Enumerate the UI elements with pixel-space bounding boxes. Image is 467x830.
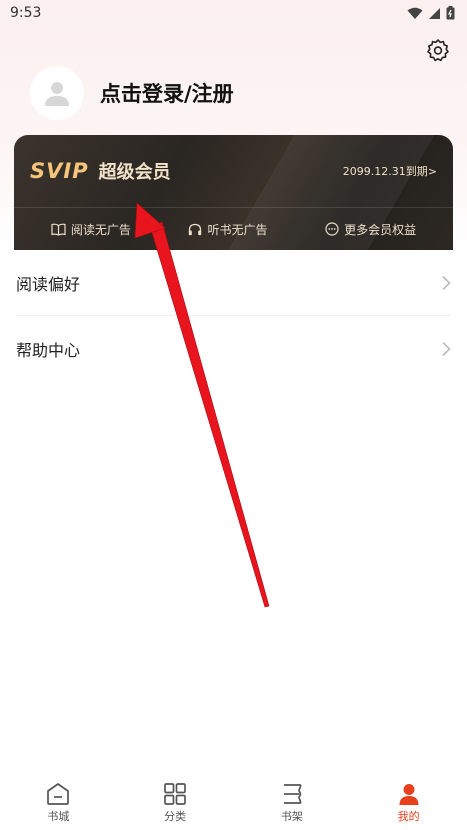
- login-register-link[interactable]: 点击登录/注册: [100, 78, 234, 108]
- benefit-more-rights[interactable]: 更多会员权益: [325, 221, 416, 238]
- bookshelf-icon: [283, 784, 302, 804]
- login-area[interactable]: 点击登录/注册: [30, 66, 234, 120]
- menu-item-reading-preferences[interactable]: 阅读偏好: [16, 250, 451, 316]
- svip-card[interactable]: SVIP 超级会员 2099.12.31到期> 阅读无广告 听书无广告 更多会员…: [14, 135, 453, 250]
- headphones-icon: [189, 223, 202, 235]
- signal-icon: [429, 7, 440, 19]
- home-icon: [47, 783, 70, 805]
- status-bar: 9:53: [0, 0, 467, 26]
- benefit-label: 听书无广告: [207, 222, 268, 237]
- benefit-label: 更多会员权益: [344, 222, 417, 237]
- nav-label: 分类: [164, 810, 187, 823]
- book-icon: [51, 223, 66, 236]
- bottom-navigation: 书城 分类 书架 我的: [0, 772, 467, 830]
- benefit-listen-no-ads[interactable]: 听书无广告: [188, 221, 267, 238]
- svip-expire-link[interactable]: 2099.12.31到期>: [343, 163, 437, 179]
- nav-label: 书城: [47, 810, 70, 823]
- nav-tab-category[interactable]: 分类: [135, 782, 215, 824]
- chevron-right-icon: [442, 275, 451, 290]
- menu-item-help-center[interactable]: 帮助中心: [16, 316, 451, 382]
- status-icons: [407, 6, 455, 20]
- nav-label: 我的: [397, 810, 420, 823]
- more-icon: [325, 222, 339, 236]
- menu-item-label: 阅读偏好: [16, 274, 81, 294]
- avatar[interactable]: [30, 66, 84, 120]
- default-avatar-icon: [45, 82, 69, 106]
- svip-title: 超级会员: [98, 162, 171, 183]
- chevron-right-icon: [442, 341, 451, 357]
- status-time: 9:53: [10, 5, 42, 21]
- nav-tab-mine[interactable]: 我的: [369, 782, 449, 824]
- user-icon: [399, 784, 419, 805]
- gear-icon: [427, 39, 449, 62]
- svip-header: SVIP 超级会员 2099.12.31到期>: [14, 135, 453, 207]
- grid-icon: [164, 783, 186, 805]
- nav-label: 书架: [280, 810, 303, 823]
- benefit-read-no-ads[interactable]: 阅读无广告: [51, 221, 131, 238]
- nav-tab-bookshelf[interactable]: 书架: [252, 782, 332, 824]
- settings-button[interactable]: [424, 36, 452, 64]
- menu-item-label: 帮助中心: [16, 341, 81, 360]
- benefit-label: 阅读无广告: [70, 222, 131, 237]
- svip-benefits: 阅读无广告 听书无广告 更多会员权益: [14, 208, 453, 250]
- nav-tab-bookstore[interactable]: 书城: [18, 782, 98, 824]
- settings-menu: 阅读偏好 帮助中心: [0, 250, 467, 382]
- wifi-icon: [407, 7, 423, 19]
- battery-icon: [446, 6, 455, 20]
- svip-badge: SVIP: [30, 159, 89, 183]
